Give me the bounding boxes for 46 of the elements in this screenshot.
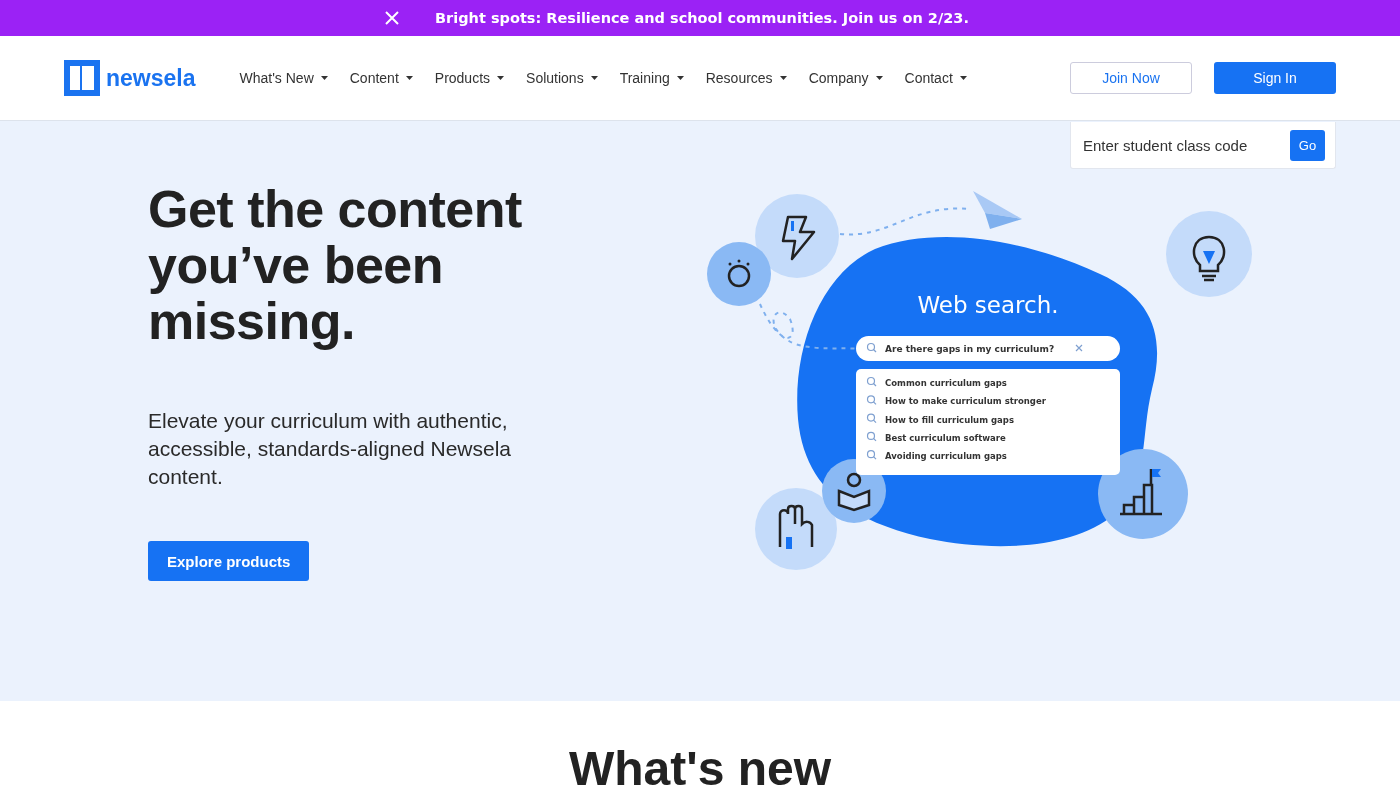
search-icon (866, 413, 877, 424)
search-query: Are there gaps in my curriculum? (885, 344, 1055, 354)
search-icon (866, 450, 877, 460)
search-suggestion: Avoiding curriculum gaps (885, 451, 1007, 462)
sign-in-button[interactable]: Sign In (1214, 62, 1336, 94)
caret-icon (320, 76, 328, 80)
caret-icon (959, 76, 967, 80)
hero-heading: Get the content you’ve been missing. (148, 181, 523, 349)
search-icon (866, 395, 877, 405)
paper-plane-icon (973, 191, 1022, 229)
join-now-button[interactable]: Join Now (1070, 62, 1192, 94)
nav-menu-item[interactable]: Training (619, 70, 684, 86)
nav-menu-item[interactable]: Solutions (526, 70, 598, 86)
nav-menu-item[interactable]: Products (434, 70, 505, 86)
caret-icon (875, 76, 883, 80)
illustration-title: Web search. (917, 292, 1059, 318)
nav-menu-item[interactable]: Content (349, 70, 413, 86)
search-suggestion: Best curriculum software (885, 432, 1006, 443)
caret-icon (590, 76, 598, 80)
hero-description: Elevate your curriculum with authentic, accessible, standards-aligned Newsela content. (148, 408, 513, 490)
search-suggestion: Common curriculum gaps (885, 378, 1007, 388)
caret-icon (779, 76, 787, 80)
caret-icon (497, 76, 505, 80)
caret-icon (405, 76, 413, 80)
search-icon (866, 431, 877, 442)
go-button[interactable]: Go (1290, 129, 1325, 161)
search-suggestion: How to fill curriculum gaps (885, 414, 1014, 425)
logo-text[interactable]: newsela (106, 64, 196, 92)
timer-icon (707, 242, 771, 306)
nav-menu-item[interactable]: What's New (239, 70, 328, 86)
close-icon[interactable] (385, 11, 400, 25)
lightning-icon (755, 194, 839, 278)
nav-menu-item[interactable]: Contact (904, 70, 967, 86)
nav-menu-item[interactable]: Resources (705, 70, 787, 86)
search-icon (866, 376, 877, 387)
class-code-field[interactable]: Enter student class code Go (1070, 122, 1336, 169)
logo-icon[interactable] (64, 60, 100, 96)
section-heading: What's new (568, 741, 832, 796)
announcement-text: Bright spots: Resilience and school communities. Join us on 2/23. (435, 10, 969, 26)
search-suggestion: How to make curriculum stronger (885, 396, 1046, 407)
nav-menu-item[interactable]: Company (808, 70, 883, 86)
caret-icon (676, 76, 684, 80)
bar-chart-icon (1098, 449, 1188, 539)
raised-hands-icon (755, 488, 837, 570)
lightbulb-icon (1166, 211, 1252, 297)
explore-products-button[interactable]: Explore products (148, 541, 310, 581)
